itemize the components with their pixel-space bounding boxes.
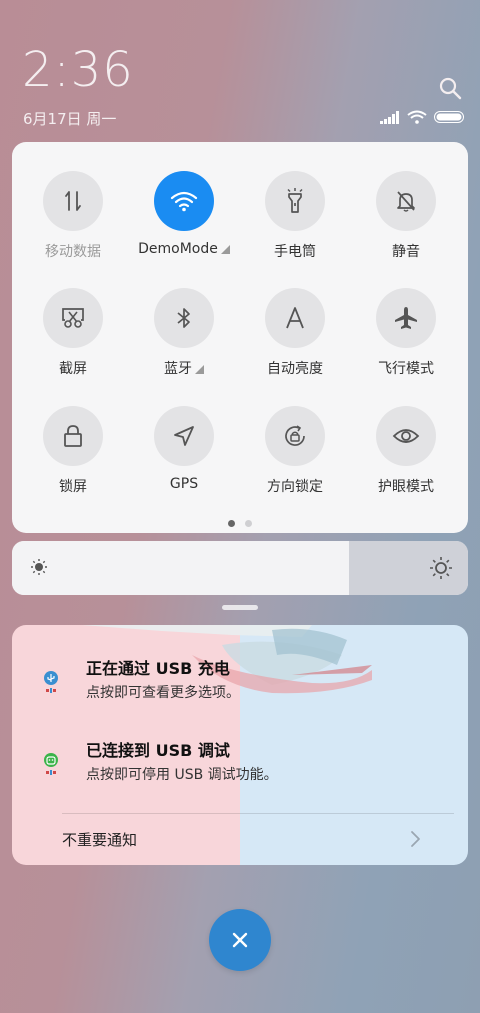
tile-label: 手电筒 [274,244,316,260]
notification-subtitle: 点按即可停用 USB 调试功能。 [86,767,278,783]
quick-settings-panel: 移动数据 DemoMode 手电筒 静音 截屏 蓝牙 自动亮度 飞行模式 锁屏 … [12,142,468,533]
tile-screenshot[interactable]: 截屏 [23,288,123,378]
tile-wifi[interactable]: DemoMode [134,171,234,257]
status-icons [380,110,464,124]
wifi-status-icon [407,110,427,124]
brightness-low-icon [31,559,47,575]
signal-icon [380,110,399,124]
tile-mobile-data[interactable]: 移动数据 [23,171,123,261]
close-icon [232,932,248,948]
mobile-data-icon [43,171,103,231]
divider [62,813,454,814]
tile-label: 飞行模式 [378,361,434,377]
bluetooth-icon [154,288,214,348]
notification-title: 已连接到 USB 调试 [86,741,230,760]
wifi-icon [154,171,214,231]
notification-usb-debugging[interactable]: 已连接到 USB 调试 点按即可停用 USB 调试功能。 [12,737,468,807]
tile-auto-brightness[interactable]: 自动亮度 [245,288,345,378]
brightness-fill [12,541,350,595]
tile-lock-screen[interactable]: 锁屏 [23,406,123,496]
tile-gps[interactable]: GPS [134,406,234,492]
location-icon [154,406,214,466]
brightness-slider[interactable] [12,541,468,595]
page-indicator [12,520,468,527]
tile-flashlight[interactable]: 手电筒 [245,171,345,261]
auto-brightness-icon [265,288,325,348]
notification-card: 正在通过 USB 充电 点按即可查看更多选项。 已连接到 USB 调试 点按即可… [12,625,468,865]
android-debug-icon [44,753,58,775]
notification-usb-charging[interactable]: 正在通过 USB 充电 点按即可查看更多选项。 [12,655,468,725]
clock[interactable]: 2:36 [22,46,134,94]
rotation-lock-icon [265,406,325,466]
flashlight-icon [265,171,325,231]
tile-label: 锁屏 [59,479,87,495]
battery-icon [434,111,464,123]
tile-label: 自动亮度 [267,361,323,377]
drag-handle[interactable] [222,605,258,610]
lock-icon [43,406,103,466]
notification-subtitle: 点按即可查看更多选项。 [86,685,240,701]
tile-label: 方向锁定 [267,479,323,495]
date[interactable]: 6月17日 周一 [23,108,116,129]
page-dot [245,520,252,527]
chevron-right-icon[interactable] [408,830,422,848]
tile-label: DemoMode [138,241,218,257]
tile-bluetooth[interactable]: 蓝牙 [134,288,234,378]
tile-label: 移动数据 [45,244,101,260]
tile-airplane[interactable]: 飞行模式 [356,288,456,378]
bell-off-icon [376,171,436,231]
expand-indicator-icon [220,245,230,254]
tile-mute[interactable]: 静音 [356,171,456,261]
usb-icon [44,671,58,693]
clear-all-button[interactable] [209,909,271,971]
airplane-icon [376,288,436,348]
search-icon[interactable] [438,76,462,100]
screenshot-icon [43,288,103,348]
eye-icon [376,406,436,466]
tile-label: 护眼模式 [378,479,434,495]
tile-label: 截屏 [59,361,87,377]
unimportant-notifications-link[interactable]: 不重要通知 [62,829,137,850]
tile-eye-care[interactable]: 护眼模式 [356,406,456,496]
expand-indicator-icon [195,365,204,374]
tile-label: GPS [169,476,199,492]
notification-title: 正在通过 USB 充电 [86,659,230,678]
tile-label: 静音 [392,244,420,260]
page-dot-active [228,520,235,527]
brightness-high-icon [430,557,452,579]
tile-label: 蓝牙 [164,361,192,377]
tile-rotation-lock[interactable]: 方向锁定 [245,406,345,496]
